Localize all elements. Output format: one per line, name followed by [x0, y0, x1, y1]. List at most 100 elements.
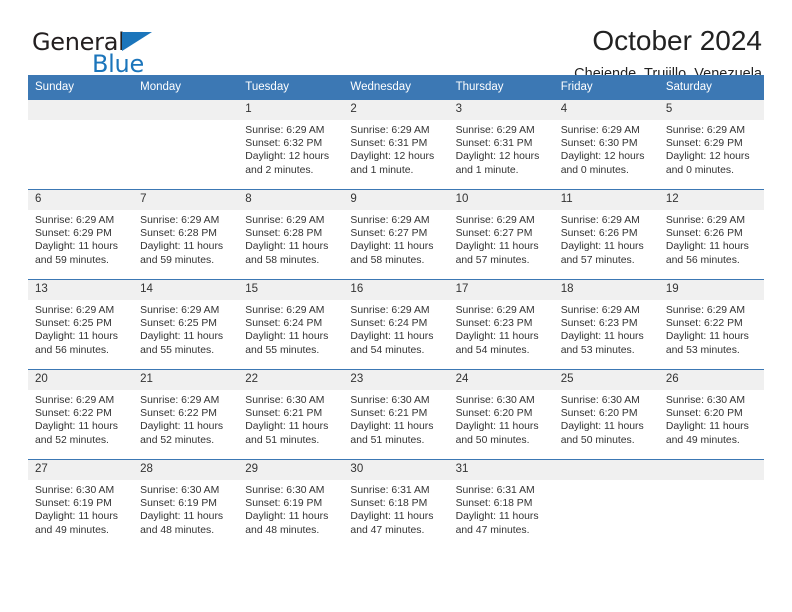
calendar-day-cell[interactable]: 18 Sunrise: 6:29 AM Sunset: 6:23 PM Dayligh…	[553, 279, 659, 370]
day-number: 1	[238, 100, 344, 120]
sunset-time: Sunset: 6:28 PM	[245, 228, 323, 240]
day-number: 16	[343, 280, 449, 300]
sunset-time: Sunset: 6:20 PM	[665, 408, 743, 420]
calendar-day-cell[interactable]: 15 Sunrise: 6:29 AM Sunset: 6:24 PM Dayligh…	[238, 279, 344, 370]
calendar-body: 1 Sunrise: 6:29 AM Sunset: 6:32 PM Daylight…	[28, 99, 764, 549]
daylight-duration-line1: Daylight: 11 hours	[245, 331, 329, 343]
daylight-duration-line2: and 2 minutes.	[245, 164, 314, 176]
sunset-time: Sunset: 6:23 PM	[455, 318, 533, 330]
day-number: 17	[448, 280, 554, 300]
sunrise-time: Sunrise: 6:29 AM	[665, 305, 745, 316]
calendar-day-cell[interactable]: 14 Sunrise: 6:29 AM Sunset: 6:25 PM Dayligh…	[133, 279, 239, 370]
blue-triangle-icon	[122, 32, 152, 51]
calendar-day-cell[interactable]: 27 Sunrise: 6:30 AM Sunset: 6:19 PM Dayligh…	[28, 459, 134, 549]
day-details: Sunrise: 6:29 AM Sunset: 6:25 PM Daylight:…	[133, 300, 238, 357]
daylight-duration-line2: and 56 minutes.	[665, 254, 740, 266]
sunrise-time: Sunrise: 6:30 AM	[245, 485, 325, 496]
day-number: 9	[343, 190, 449, 210]
calendar-day-cell[interactable]: 11 Sunrise: 6:29 AM Sunset: 6:26 PM Dayligh…	[553, 189, 659, 280]
sunrise-time: Sunrise: 6:29 AM	[665, 215, 745, 226]
calendar-day-cell[interactable]: 29 Sunrise: 6:30 AM Sunset: 6:19 PM Dayligh…	[238, 459, 344, 549]
calendar-day-cell[interactable]: 4 Sunrise: 6:29 AM Sunset: 6:30 PM Daylight…	[553, 99, 659, 190]
calendar-day-cell[interactable]: 17 Sunrise: 6:29 AM Sunset: 6:23 PM Dayligh…	[448, 279, 554, 370]
brand-logo: General Blue	[32, 28, 222, 78]
calendar-day-cell[interactable]: 19 Sunrise: 6:29 AM Sunset: 6:22 PM Dayligh…	[658, 279, 764, 370]
sunrise-time: Sunrise: 6:30 AM	[140, 485, 220, 496]
sunset-time: Sunset: 6:19 PM	[35, 498, 112, 510]
daylight-duration-line2: and 52 minutes.	[35, 434, 109, 446]
calendar-day-cell[interactable]: 5 Sunrise: 6:29 AM Sunset: 6:29 PM Daylight…	[658, 99, 764, 190]
calendar-day-cell[interactable]: 30 Sunrise: 6:31 AM Sunset: 6:18 PM Dayligh…	[343, 459, 449, 549]
daylight-duration-line2: and 50 minutes.	[560, 434, 635, 446]
calendar-day-cell[interactable]: 16 Sunrise: 6:29 AM Sunset: 6:24 PM Dayligh…	[343, 279, 449, 370]
weekday-header-sunday: Sunday	[28, 75, 134, 100]
calendar-day-cell[interactable]: 10 Sunrise: 6:29 AM Sunset: 6:27 PM Dayligh…	[448, 189, 554, 280]
day-number: 6	[28, 190, 134, 210]
calendar-day-cell[interactable]: 21 Sunrise: 6:29 AM Sunset: 6:22 PM Dayligh…	[133, 369, 239, 460]
calendar-day-cell-empty	[28, 99, 134, 190]
calendar-day-cell[interactable]: 25 Sunrise: 6:30 AM Sunset: 6:20 PM Dayligh…	[553, 369, 659, 460]
calendar-day-cell-empty	[658, 459, 764, 549]
calendar-day-cell[interactable]: 12 Sunrise: 6:29 AM Sunset: 6:26 PM Dayligh…	[658, 189, 764, 280]
daylight-duration-line1: Daylight: 11 hours	[350, 511, 434, 523]
daylight-duration-line1: Daylight: 11 hours	[455, 331, 539, 343]
daylight-duration-line2: and 49 minutes.	[665, 434, 740, 446]
calendar-week-row: 1 Sunrise: 6:29 AM Sunset: 6:32 PM Daylight…	[28, 99, 764, 190]
calendar-day-cell[interactable]: 9 Sunrise: 6:29 AM Sunset: 6:27 PM Daylight…	[343, 189, 449, 280]
sunrise-time: Sunrise: 6:29 AM	[350, 125, 430, 136]
sunset-time: Sunset: 6:31 PM	[350, 138, 428, 150]
calendar-day-cell[interactable]: 6 Sunrise: 6:29 AM Sunset: 6:29 PM Daylight…	[28, 189, 134, 280]
calendar-day-cell-empty	[553, 459, 659, 549]
calendar-day-cell[interactable]: 2 Sunrise: 6:29 AM Sunset: 6:31 PM Daylight…	[343, 99, 449, 190]
sunrise-time: Sunrise: 6:30 AM	[665, 395, 745, 406]
day-details: Sunrise: 6:29 AM Sunset: 6:23 PM Daylight:…	[449, 300, 554, 357]
calendar-day-cell[interactable]: 22 Sunrise: 6:30 AM Sunset: 6:21 PM Dayligh…	[238, 369, 344, 460]
day-number: 30	[343, 460, 449, 480]
calendar-day-cell[interactable]: 7 Sunrise: 6:29 AM Sunset: 6:28 PM Daylight…	[133, 189, 239, 280]
sunset-time: Sunset: 6:27 PM	[455, 228, 533, 240]
sunrise-time: Sunrise: 6:31 AM	[455, 485, 535, 496]
calendar-day-cell[interactable]: 28 Sunrise: 6:30 AM Sunset: 6:19 PM Dayligh…	[133, 459, 239, 549]
day-details: Sunrise: 6:29 AM Sunset: 6:22 PM Daylight:…	[133, 390, 238, 447]
sunset-time: Sunset: 6:30 PM	[560, 138, 638, 150]
sunrise-time: Sunrise: 6:30 AM	[35, 485, 115, 496]
calendar-day-cell[interactable]: 23 Sunrise: 6:30 AM Sunset: 6:21 PM Dayligh…	[343, 369, 449, 460]
day-number: 31	[448, 460, 554, 480]
daylight-duration-line1: Daylight: 11 hours	[350, 421, 434, 433]
day-number: 15	[238, 280, 344, 300]
daylight-duration-line2: and 54 minutes.	[350, 344, 425, 356]
day-number: 24	[448, 370, 554, 390]
calendar-day-cell[interactable]: 13 Sunrise: 6:29 AM Sunset: 6:25 PM Dayligh…	[28, 279, 134, 370]
calendar-day-cell[interactable]: 3 Sunrise: 6:29 AM Sunset: 6:31 PM Daylight…	[448, 99, 554, 190]
day-details: Sunrise: 6:30 AM Sunset: 6:21 PM Daylight:…	[238, 390, 343, 447]
day-details: Sunrise: 6:29 AM Sunset: 6:22 PM Daylight:…	[659, 300, 764, 357]
sunset-time: Sunset: 6:24 PM	[350, 318, 428, 330]
sunset-time: Sunset: 6:19 PM	[140, 498, 217, 510]
day-number	[553, 460, 659, 480]
sunrise-time: Sunrise: 6:29 AM	[350, 305, 430, 316]
day-number: 19	[658, 280, 764, 300]
calendar-day-cell[interactable]: 20 Sunrise: 6:29 AM Sunset: 6:22 PM Dayligh…	[28, 369, 134, 460]
day-details: Sunrise: 6:30 AM Sunset: 6:19 PM Daylight:…	[28, 480, 133, 537]
daylight-duration-line1: Daylight: 11 hours	[455, 511, 539, 523]
weekday-header-row: Sunday Monday Tuesday Wednesday Thursday…	[28, 75, 764, 100]
calendar-week-row: 27 Sunrise: 6:30 AM Sunset: 6:19 PM Dayligh…	[28, 459, 764, 549]
sunset-time: Sunset: 6:31 PM	[455, 138, 533, 150]
sunrise-time: Sunrise: 6:29 AM	[35, 305, 115, 316]
daylight-duration-line1: Daylight: 11 hours	[35, 421, 118, 433]
calendar-day-cell[interactable]: 31 Sunrise: 6:31 AM Sunset: 6:18 PM Dayligh…	[448, 459, 554, 549]
calendar-day-cell[interactable]: 26 Sunrise: 6:30 AM Sunset: 6:20 PM Dayligh…	[658, 369, 764, 460]
calendar-day-cell[interactable]: 24 Sunrise: 6:30 AM Sunset: 6:20 PM Dayligh…	[448, 369, 554, 460]
day-number: 18	[553, 280, 659, 300]
daylight-duration-line1: Daylight: 11 hours	[140, 331, 224, 343]
daylight-duration-line2: and 52 minutes.	[140, 434, 215, 446]
sunrise-time: Sunrise: 6:29 AM	[245, 125, 325, 136]
day-number	[658, 460, 764, 480]
day-details: Sunrise: 6:30 AM Sunset: 6:20 PM Daylight:…	[449, 390, 554, 447]
day-number: 5	[658, 100, 764, 120]
daylight-duration-line2: and 58 minutes.	[245, 254, 320, 266]
daylight-duration-line2: and 58 minutes.	[350, 254, 425, 266]
daylight-duration-line1: Daylight: 11 hours	[245, 421, 329, 433]
calendar-day-cell[interactable]: 1 Sunrise: 6:29 AM Sunset: 6:32 PM Daylight…	[238, 99, 344, 190]
calendar-day-cell[interactable]: 8 Sunrise: 6:29 AM Sunset: 6:28 PM Daylight…	[238, 189, 344, 280]
